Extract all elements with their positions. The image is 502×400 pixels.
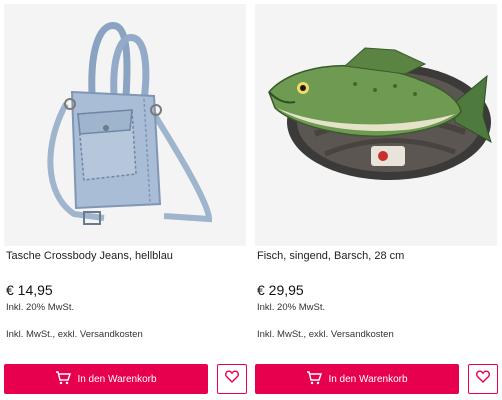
product-image-denim-bag[interactable] [4, 4, 246, 246]
product-title[interactable]: Fisch, singend, Barsch, 28 cm [257, 250, 404, 262]
add-to-cart-button[interactable]: In den Warenkorb [255, 364, 459, 394]
shipping-note: Inkl. MwSt., exkl. Versandkosten [257, 329, 394, 340]
product-price: € 14,95 [6, 282, 53, 298]
product-image-singing-fish[interactable] [255, 4, 497, 246]
shopping-cart-icon [306, 370, 323, 388]
add-to-cart-button[interactable]: In den Warenkorb [4, 364, 208, 394]
heart-icon [476, 370, 490, 388]
product-price: € 29,95 [257, 282, 304, 298]
vat-note: Inkl. 20% MwSt. [257, 302, 326, 313]
add-to-cart-label: In den Warenkorb [77, 373, 157, 385]
shopping-cart-icon [55, 370, 72, 388]
heart-icon [225, 370, 239, 388]
product-card: Fisch, singend, Barsch, 28 cm € 29,95 In… [255, 0, 498, 400]
wishlist-button[interactable] [217, 364, 247, 394]
wishlist-button[interactable] [468, 364, 498, 394]
add-to-cart-label: In den Warenkorb [328, 373, 408, 385]
shipping-note: Inkl. MwSt., exkl. Versandkosten [6, 329, 143, 340]
vat-note: Inkl. 20% MwSt. [6, 302, 75, 313]
product-title[interactable]: Tasche Crossbody Jeans, hellblau [6, 250, 173, 262]
product-card: Tasche Crossbody Jeans, hellblau € 14,95… [4, 0, 247, 400]
